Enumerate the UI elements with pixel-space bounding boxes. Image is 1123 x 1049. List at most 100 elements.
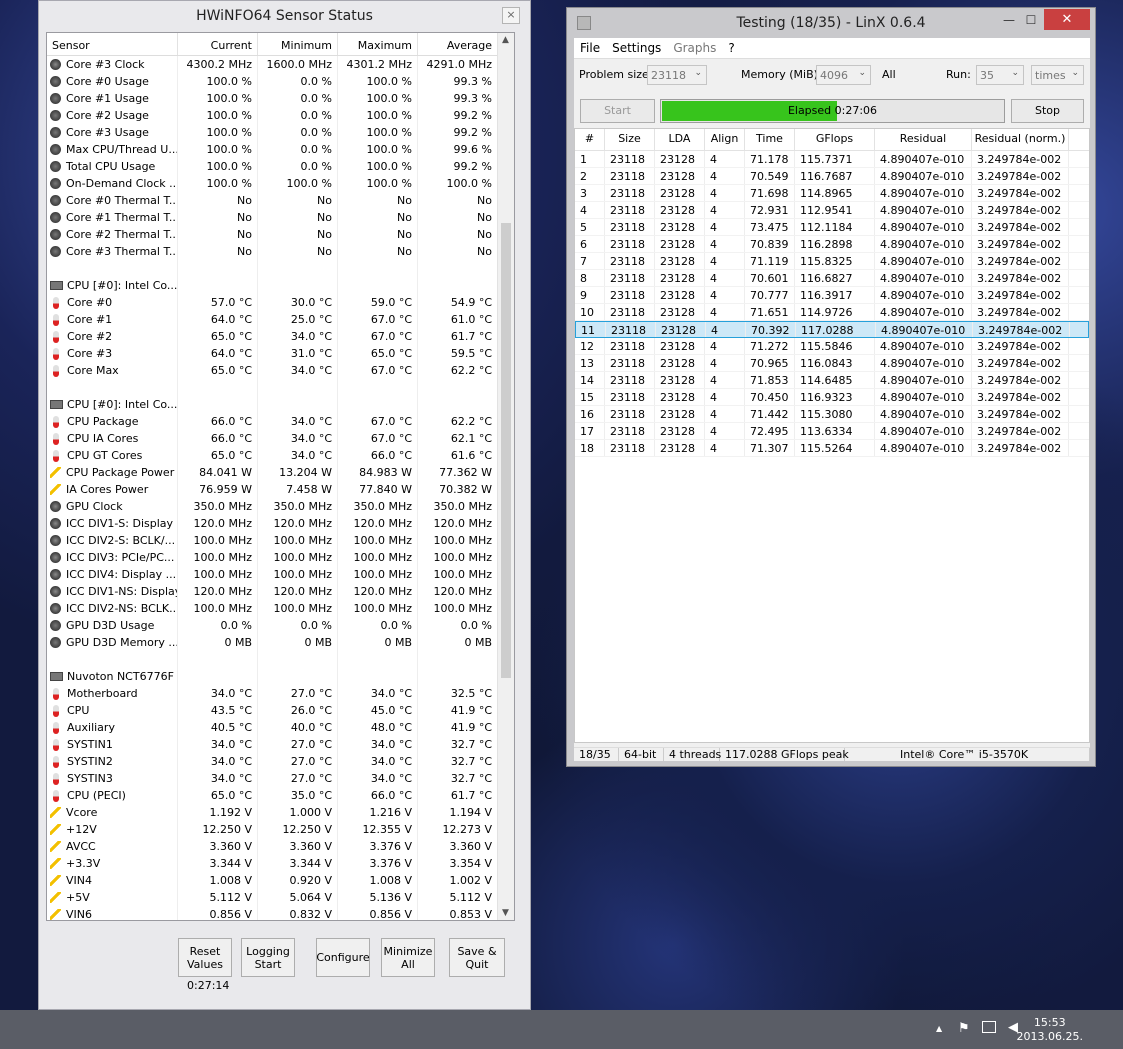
clock[interactable]: 15:53 2013.06.25. bbox=[1017, 1016, 1083, 1044]
sensor-scrollbar[interactable]: ▲ ▼ bbox=[497, 33, 514, 920]
scroll-thumb[interactable] bbox=[501, 223, 511, 678]
sensor-row[interactable]: CPU (PECI) 65.0 °C 35.0 °C 66.0 °C 61.7 °C bbox=[47, 787, 514, 804]
table-row[interactable]: 10 23118 23128 4 71.651 114.9726 4.890407e-010… bbox=[575, 304, 1089, 321]
stop-button[interactable]: Stop bbox=[1011, 99, 1084, 123]
table-row[interactable]: 9 23118 23128 4 70.777 116.3917 4.890407e-010 3… bbox=[575, 287, 1089, 304]
scroll-down-icon[interactable]: ▼ bbox=[502, 908, 509, 918]
sensor-row[interactable]: ICC DIV1-S: Display 120.0 MHz 120.0 MHz 120… bbox=[47, 515, 514, 532]
col-sensor[interactable]: Sensor bbox=[47, 33, 178, 55]
sensor-row[interactable]: Core #3 Thermal T... No No No No bbox=[47, 243, 514, 260]
sensor-row[interactable]: GPU D3D Usage 0.0 % 0.0 % 0.0 % 0.0 % bbox=[47, 617, 514, 634]
table-row[interactable]: 3 23118 23128 4 71.698 114.8965 4.890407e-010 3… bbox=[575, 185, 1089, 202]
close-icon[interactable]: ✕ bbox=[1044, 9, 1090, 30]
sensor-row[interactable]: CPU Package 66.0 °C 34.0 °C 67.0 °C 62.2 °C bbox=[47, 413, 514, 430]
sensor-row[interactable]: ICC DIV1-NS: Display 120.0 MHz 120.0 MHz 12… bbox=[47, 583, 514, 600]
sensor-row[interactable]: Core #3 Usage 100.0 % 0.0 % 100.0 % 99.2 % bbox=[47, 124, 514, 141]
sensor-row[interactable]: VIN6 0.856 V 0.832 V 0.856 V 0.853 V bbox=[47, 906, 514, 920]
sensor-row[interactable]: ICC DIV2-S: BCLK/... 100.0 MHz 100.0 MHz 10… bbox=[47, 532, 514, 549]
sensor-row[interactable] bbox=[47, 260, 514, 277]
sensor-group-header[interactable]: Nuvoton NCT6776F bbox=[47, 668, 514, 685]
menu-graphs[interactable]: Graphs bbox=[667, 38, 722, 58]
sensor-row[interactable]: GPU Clock 350.0 MHz 350.0 MHz 350.0 MHz 350.… bbox=[47, 498, 514, 515]
sensor-row[interactable]: Core #1 Usage 100.0 % 0.0 % 100.0 % 99.3 % bbox=[47, 90, 514, 107]
col-current[interactable]: Current bbox=[178, 33, 258, 55]
table-row[interactable]: 14 23118 23128 4 71.853 114.6485 4.890407e-010… bbox=[575, 372, 1089, 389]
col-time[interactable]: Time bbox=[745, 129, 795, 150]
sensor-row[interactable]: ICC DIV3: PCIe/PC... 100.0 MHz 100.0 MHz 10… bbox=[47, 549, 514, 566]
run-select[interactable]: 35 ⌄ bbox=[976, 65, 1024, 85]
sensor-row[interactable]: On-Demand Clock ... 100.0 % 100.0 % 100.0 %… bbox=[47, 175, 514, 192]
sensor-row[interactable]: Auxiliary 40.5 °C 40.0 °C 48.0 °C 41.9 °C bbox=[47, 719, 514, 736]
table-row[interactable]: 11 23118 23128 4 70.392 117.0288 4.890407e-010… bbox=[575, 321, 1089, 338]
table-row[interactable]: 15 23118 23128 4 70.450 116.9323 4.890407e-010… bbox=[575, 389, 1089, 406]
table-row[interactable]: 4 23118 23128 4 72.931 112.9541 4.890407e-010 3… bbox=[575, 202, 1089, 219]
sensor-row[interactable]: SYSTIN3 34.0 °C 27.0 °C 34.0 °C 32.7 °C bbox=[47, 770, 514, 787]
sensor-row[interactable]: SYSTIN1 34.0 °C 27.0 °C 34.0 °C 32.7 °C bbox=[47, 736, 514, 753]
sensor-row[interactable]: Core #0 Thermal T... No No No No bbox=[47, 192, 514, 209]
sensor-row[interactable]: Core #1 Thermal T... No No No No bbox=[47, 209, 514, 226]
sensor-row[interactable]: IA Cores Power 76.959 W 7.458 W 77.840 W 70.… bbox=[47, 481, 514, 498]
sensor-row[interactable]: Max CPU/Thread U... 100.0 % 0.0 % 100.0 % 99… bbox=[47, 141, 514, 158]
reset-values-button[interactable]: Reset Values bbox=[178, 938, 232, 977]
all-option[interactable]: All bbox=[882, 68, 896, 81]
sensor-row[interactable]: Core #0 57.0 °C 30.0 °C 59.0 °C 54.9 °C bbox=[47, 294, 514, 311]
maximize-icon[interactable]: ☐ bbox=[1017, 10, 1045, 30]
sensor-row[interactable]: +5V 5.112 V 5.064 V 5.136 V 5.112 V bbox=[47, 889, 514, 906]
table-row[interactable]: 5 23118 23128 4 73.475 112.1184 4.890407e-010 3… bbox=[575, 219, 1089, 236]
logging-start-button[interactable]: Logging Start bbox=[241, 938, 295, 977]
sensor-row[interactable] bbox=[47, 379, 514, 396]
table-row[interactable]: 7 23118 23128 4 71.119 115.8325 4.890407e-010 3… bbox=[575, 253, 1089, 270]
sensor-row[interactable]: AVCC 3.360 V 3.360 V 3.376 V 3.360 V bbox=[47, 838, 514, 855]
col-gflops[interactable]: GFlops bbox=[795, 129, 875, 150]
configure-button[interactable]: Configure bbox=[316, 938, 370, 977]
network-icon[interactable] bbox=[982, 1021, 996, 1033]
col-align[interactable]: Align bbox=[705, 129, 745, 150]
scroll-up-icon[interactable]: ▲ bbox=[502, 35, 509, 45]
problem-size-select[interactable]: 23118 ⌄ bbox=[647, 65, 707, 85]
hwinfo-close-button[interactable]: × bbox=[502, 7, 520, 24]
sensor-row[interactable]: Motherboard 34.0 °C 27.0 °C 34.0 °C 32.5 °C bbox=[47, 685, 514, 702]
menu-settings[interactable]: Settings bbox=[606, 38, 667, 58]
start-button[interactable]: Start bbox=[580, 99, 655, 123]
sensor-row[interactable]: Core #2 Usage 100.0 % 0.0 % 100.0 % 99.2 % bbox=[47, 107, 514, 124]
sensor-row[interactable]: CPU Package Power 84.041 W 13.204 W 84.983 … bbox=[47, 464, 514, 481]
col-minimum[interactable]: Minimum bbox=[258, 33, 338, 55]
tray-overflow-icon[interactable]: ▲ bbox=[936, 1024, 942, 1033]
table-row[interactable]: 1 23118 23128 4 71.178 115.7371 4.890407e-010 3… bbox=[575, 151, 1089, 168]
sensor-row[interactable]: VIN4 1.008 V 0.920 V 1.008 V 1.002 V bbox=[47, 872, 514, 889]
table-row[interactable]: 13 23118 23128 4 70.965 116.0843 4.890407e-010… bbox=[575, 355, 1089, 372]
table-row[interactable]: 18 23118 23128 4 71.307 115.5264 4.890407e-010… bbox=[575, 440, 1089, 457]
sensor-row[interactable]: +12V 12.250 V 12.250 V 12.355 V 12.273 V bbox=[47, 821, 514, 838]
menu-file[interactable]: File bbox=[574, 38, 606, 58]
table-row[interactable]: 12 23118 23128 4 71.272 115.5846 4.890407e-010… bbox=[575, 338, 1089, 355]
sensor-row[interactable]: Core #2 Thermal T... No No No No bbox=[47, 226, 514, 243]
sensor-row[interactable]: ICC DIV4: Display ... 100.0 MHz 100.0 MHz 1… bbox=[47, 566, 514, 583]
minimize-all-button[interactable]: Minimize All bbox=[381, 938, 435, 977]
table-row[interactable]: 2 23118 23128 4 70.549 116.7687 4.890407e-010 3… bbox=[575, 168, 1089, 185]
col-size[interactable]: Size bbox=[605, 129, 655, 150]
sensor-row[interactable]: Vcore 1.192 V 1.000 V 1.216 V 1.194 V bbox=[47, 804, 514, 821]
menu-help[interactable]: ? bbox=[722, 38, 740, 58]
sensor-list[interactable]: Sensor Current Minimum Maximum Average C… bbox=[46, 32, 515, 921]
col-residual[interactable]: Residual bbox=[875, 129, 972, 150]
sensor-row[interactable]: Core #0 Usage 100.0 % 0.0 % 100.0 % 99.3 % bbox=[47, 73, 514, 90]
flag-icon[interactable]: ⚑ bbox=[958, 1021, 970, 1036]
table-row[interactable]: 16 23118 23128 4 71.442 115.3080 4.890407e-010… bbox=[575, 406, 1089, 423]
sensor-row[interactable]: +3.3V 3.344 V 3.344 V 3.376 V 3.354 V bbox=[47, 855, 514, 872]
sensor-row[interactable]: CPU 43.5 °C 26.0 °C 45.0 °C 41.9 °C bbox=[47, 702, 514, 719]
sensor-row[interactable]: CPU IA Cores 66.0 °C 34.0 °C 67.0 °C 62.1 °C bbox=[47, 430, 514, 447]
sensor-row[interactable]: GPU D3D Memory ... 0 MB 0 MB 0 MB 0 MB bbox=[47, 634, 514, 651]
col-average[interactable]: Average bbox=[418, 33, 498, 55]
sensor-row[interactable]: Core Max 65.0 °C 34.0 °C 67.0 °C 62.2 °C bbox=[47, 362, 514, 379]
sensor-row[interactable]: Total CPU Usage 100.0 % 0.0 % 100.0 % 99.2 % bbox=[47, 158, 514, 175]
col-residual-norm[interactable]: Residual (norm.) bbox=[972, 129, 1069, 150]
sensor-row[interactable]: SYSTIN2 34.0 °C 27.0 °C 34.0 °C 32.7 °C bbox=[47, 753, 514, 770]
sensor-row[interactable]: Core #3 64.0 °C 31.0 °C 65.0 °C 59.5 °C bbox=[47, 345, 514, 362]
col-lda[interactable]: LDA bbox=[655, 129, 705, 150]
sensor-row[interactable]: Core #2 65.0 °C 34.0 °C 67.0 °C 61.7 °C bbox=[47, 328, 514, 345]
table-row[interactable]: 8 23118 23128 4 70.601 116.6827 4.890407e-010 3… bbox=[575, 270, 1089, 287]
sensor-row[interactable]: Core #3 Clock 4300.2 MHz 1600.0 MHz 4301.2 … bbox=[47, 56, 514, 73]
sensor-row[interactable] bbox=[47, 651, 514, 668]
table-row[interactable]: 17 23118 23128 4 72.495 113.6334 4.890407e-010… bbox=[575, 423, 1089, 440]
sensor-group-header[interactable]: CPU [#0]: Intel Co... bbox=[47, 396, 514, 413]
